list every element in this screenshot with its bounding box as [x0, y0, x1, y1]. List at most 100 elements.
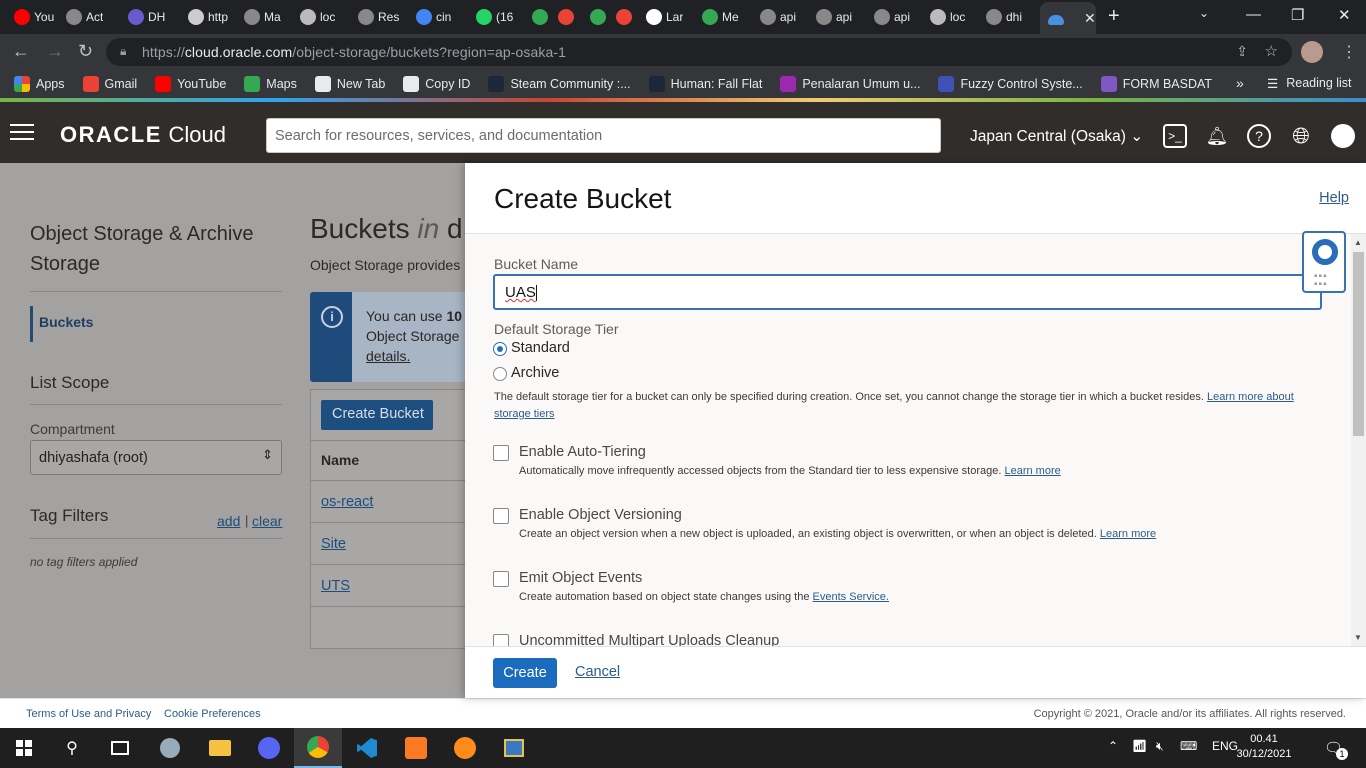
auto-tiering-learn-more-link[interactable]: Learn more [1004, 465, 1060, 477]
sublime-icon[interactable] [441, 728, 489, 768]
browser-menu-icon[interactable]: ⋮ [1341, 42, 1357, 62]
auto-tiering-title[interactable]: Enable Auto-Tiering [519, 444, 646, 460]
reload-icon[interactable]: ↻ [78, 42, 93, 60]
create-bucket-button[interactable]: Create Bucket [321, 400, 433, 430]
wifi-icon[interactable]: 📶︎ [1132, 739, 1147, 753]
minimize-icon[interactable]: — [1246, 6, 1261, 23]
browser-tab[interactable] [616, 4, 636, 30]
cloud-shell-icon[interactable]: >_ [1163, 124, 1187, 148]
browser-tab[interactable]: Lar [646, 4, 683, 30]
address-bar[interactable]: 🔒︎ https://cloud.oracle.com/object-stora… [106, 38, 1292, 66]
table-row-link[interactable]: Site [321, 536, 346, 552]
browser-tab[interactable] [590, 4, 610, 30]
scroll-up-icon[interactable]: ▲ [1354, 238, 1362, 247]
new-tab-button[interactable]: + [1108, 6, 1120, 26]
panel-scrollbar[interactable]: ▲ ▼ [1351, 234, 1366, 646]
tier-standard-radio[interactable] [493, 342, 507, 356]
share-icon[interactable]: ⇪ [1236, 43, 1248, 60]
tab-oracle-cloud-active[interactable]: ✕ [1040, 2, 1096, 34]
help-icon[interactable]: ? [1247, 124, 1271, 148]
browser-tab[interactable]: Act [66, 4, 103, 30]
column-header-name[interactable]: Name [321, 452, 359, 468]
discord-icon[interactable] [245, 728, 293, 768]
reading-list-button[interactable]: ☰ Reading list [1267, 76, 1352, 91]
cancel-button[interactable]: Cancel [575, 664, 620, 680]
restore-icon[interactable]: ❐ [1291, 6, 1304, 24]
bookmarks-more-button[interactable]: » [1236, 75, 1252, 91]
browser-tab[interactable]: (16 [476, 4, 513, 30]
bookmark-item[interactable]: YouTube [155, 76, 226, 92]
bookmark-item[interactable]: Penalaran Umum u... [780, 76, 920, 92]
forward-icon[interactable]: → [46, 42, 64, 60]
language-globe-icon[interactable]: 🌐︎ [1289, 124, 1313, 148]
user-profile-icon[interactable] [1331, 124, 1355, 148]
snipping-tool-icon[interactable] [146, 728, 194, 768]
notifications-bell-icon[interactable]: 🔔︎ [1205, 124, 1229, 148]
region-selector[interactable]: Japan Central (Osaka) ⌄ [970, 127, 1143, 146]
bookmark-item[interactable]: Fuzzy Control Syste... [938, 76, 1083, 92]
back-icon[interactable]: ← [12, 42, 30, 60]
bookmark-item[interactable]: New Tab [314, 76, 385, 92]
browser-tab[interactable]: api [816, 4, 852, 30]
xampp-icon[interactable] [392, 728, 440, 768]
bookmark-item[interactable]: Steam Community :... [488, 76, 631, 92]
add-tag-filter-link[interactable]: add [217, 513, 240, 529]
browser-tab[interactable]: cin [416, 4, 451, 30]
terms-link[interactable]: Terms of Use and Privacy [26, 708, 151, 720]
browser-tab[interactable]: api [760, 4, 796, 30]
vscode-icon[interactable] [343, 728, 391, 768]
browser-tab[interactable] [532, 4, 552, 30]
browser-tab[interactable]: loc [300, 4, 335, 30]
browser-tab[interactable]: You [14, 4, 54, 30]
profile-avatar[interactable] [1301, 41, 1323, 63]
object-versioning-checkbox[interactable] [493, 508, 509, 524]
keyboard-icon[interactable]: ⌨ [1180, 739, 1197, 753]
sidebar-item-buckets[interactable]: Buckets [30, 306, 93, 342]
help-link[interactable]: Help [1319, 190, 1349, 206]
browser-tab[interactable]: Ma [244, 4, 281, 30]
close-window-icon[interactable]: ✕ [1338, 6, 1351, 24]
help-widget[interactable]: ▪▪▪ ▪▪▪ [1302, 231, 1346, 293]
emit-events-title[interactable]: Emit Object Events [519, 570, 642, 586]
browser-tab[interactable]: dhi [986, 4, 1022, 30]
task-view-icon[interactable] [96, 728, 144, 768]
oracle-cloud-logo[interactable]: ORACLE Cloud [60, 122, 226, 148]
search-icon[interactable]: ⚲ [48, 728, 96, 768]
tier-standard-label[interactable]: Standard [511, 340, 570, 356]
object-versioning-title[interactable]: Enable Object Versioning [519, 507, 682, 523]
emit-events-checkbox[interactable] [493, 571, 509, 587]
start-icon[interactable] [0, 728, 48, 768]
volume-icon[interactable]: 🔇︎ [1156, 739, 1164, 754]
table-row-link[interactable]: UTS [321, 578, 350, 594]
tier-archive-label[interactable]: Archive [511, 365, 559, 381]
bookmark-item[interactable]: Human: Fall Flat [648, 76, 762, 92]
browser-tab[interactable]: Me [702, 4, 739, 30]
bookmark-item[interactable]: FORM BASDAT [1100, 76, 1212, 92]
chrome-icon[interactable] [294, 728, 342, 768]
scrollbar-thumb[interactable] [1353, 252, 1364, 436]
console-search-input[interactable]: Search for resources, services, and docu… [266, 118, 941, 153]
file-explorer-icon[interactable] [196, 728, 244, 768]
create-button[interactable]: Create [493, 658, 557, 688]
bookmark-item[interactable]: Gmail [82, 76, 137, 92]
bucket-name-input[interactable]: UAS [493, 274, 1322, 310]
drag-handle-icon[interactable]: ▪▪▪ ▪▪▪ [1314, 272, 1328, 290]
tier-archive-radio[interactable] [493, 367, 507, 381]
cookie-preferences-link[interactable]: Cookie Preferences [164, 708, 261, 720]
bookmark-item[interactable]: Maps [244, 76, 297, 92]
browser-tab[interactable]: DH [128, 4, 165, 30]
bookmark-item[interactable]: Copy ID [403, 76, 470, 92]
events-service-link[interactable]: Events Service. [813, 591, 889, 603]
browser-tab[interactable] [558, 4, 578, 30]
browser-tab[interactable]: api [874, 4, 910, 30]
multipart-cleanup-title[interactable]: Uncommitted Multipart Uploads Cleanup [519, 633, 779, 646]
table-row-link[interactable]: os-react [321, 494, 373, 510]
bookmark-star-icon[interactable]: ☆ [1265, 42, 1278, 60]
auto-tiering-checkbox[interactable] [493, 445, 509, 461]
info-details-link[interactable]: details. [366, 348, 410, 364]
bookmark-item[interactable]: Apps [14, 76, 65, 92]
network-app-icon[interactable] [490, 728, 538, 768]
browser-tab[interactable]: loc [930, 4, 965, 30]
show-hidden-icons-icon[interactable]: ⌃ [1108, 739, 1118, 753]
compartment-select[interactable]: dhiyashafa (root) ⇕ [30, 440, 282, 475]
